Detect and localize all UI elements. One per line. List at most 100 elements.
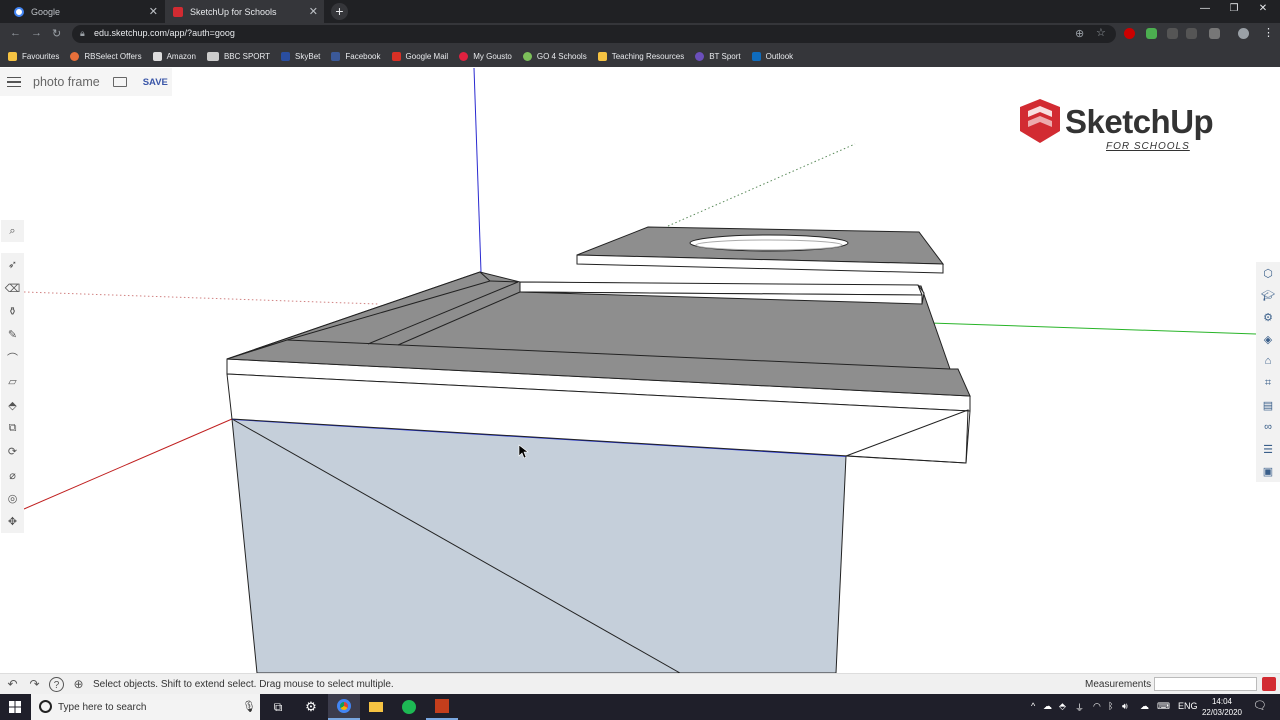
bookmark-amazon[interactable]: Amazon	[152, 51, 196, 61]
paint-bucket-icon[interactable]: ⚱	[1, 300, 24, 323]
back-icon[interactable]: ←	[10, 27, 21, 39]
powerpoint-icon[interactable]	[426, 694, 458, 720]
dropbox-icon[interactable]: ⬘	[1059, 701, 1066, 712]
opera-extension-icon[interactable]	[1124, 28, 1135, 39]
undo-icon[interactable]: ↶	[5, 677, 20, 692]
tape-measure-icon[interactable]: ⌀	[1, 464, 24, 487]
menu-icon[interactable]: ⋮	[1263, 26, 1274, 39]
address-bar[interactable]: 🔒︎ edu.sketchup.com/app/?auth=goog ⊕ ☆	[72, 25, 1116, 43]
bluetooth-icon[interactable]: ᛒ	[1108, 701, 1113, 711]
bookmark-go4schools[interactable]: GO 4 Schools	[522, 51, 587, 61]
bookmark-google-mail[interactable]: Google Mail	[391, 51, 448, 61]
notifications-icon[interactable]: 🗨︎	[1253, 699, 1267, 712]
reload-icon[interactable]: ↻	[52, 27, 61, 40]
bookmark-my-gousto[interactable]: My Gousto	[459, 51, 512, 61]
extension-icon[interactable]	[1146, 28, 1157, 39]
windows-taskbar: Type here to search 🎙︎ ⧉ ⚙ ^ ☁ ⬘ ⏚ ◠ ᛒ 🔊…	[0, 694, 1280, 720]
folder-icon[interactable]	[112, 77, 127, 87]
bookmark-skybet[interactable]: SkyBet	[281, 51, 320, 61]
profile-avatar[interactable]	[1238, 28, 1249, 39]
solid-inspector-icon[interactable]: ▣	[1256, 460, 1280, 482]
extension-icon[interactable]	[1186, 28, 1197, 39]
bookmarks-bar: Favourites RBSelect Offers Amazon BBC SP…	[0, 45, 1280, 67]
line-icon[interactable]: ✎	[1, 323, 24, 346]
bookmark-bbc-sport[interactable]: BBC SPORT	[206, 51, 270, 61]
bookmark-favourites[interactable]: Favourites	[8, 51, 59, 61]
tab-sketchup[interactable]: SketchUp for Schools ✕	[165, 0, 324, 23]
bookmark-bt-sport[interactable]: BT Sport	[695, 51, 741, 61]
usb-icon[interactable]: ⏚	[1075, 701, 1084, 714]
install-icon[interactable]: ⊕	[1075, 27, 1084, 40]
spotify-icon[interactable]	[393, 694, 425, 720]
go4schools-icon	[522, 51, 532, 61]
amazon-icon	[152, 51, 162, 61]
volume-icon[interactable]: 🔊︎	[1122, 701, 1128, 712]
keyboard-icon[interactable]: ⌨	[1157, 701, 1170, 712]
windows-start-icon[interactable]	[9, 701, 21, 713]
microphone-icon[interactable]: 🎙︎	[242, 700, 256, 713]
entity-info-icon[interactable]: ⬡	[1256, 262, 1280, 284]
materials-icon[interactable]: ◈	[1256, 328, 1280, 350]
outliner-icon[interactable]: ☰	[1256, 438, 1280, 460]
eraser-icon[interactable]: ⌫	[1, 276, 24, 299]
task-view-icon[interactable]: ⧉	[262, 694, 294, 720]
taskbar-search[interactable]: Type here to search 🎙︎	[31, 694, 260, 720]
selected-face[interactable]	[231, 418, 847, 673]
close-icon[interactable]: ✕	[149, 5, 158, 18]
url-text[interactable]: edu.sketchup.com/app/?auth=goog	[94, 28, 235, 38]
bookmark-outlook[interactable]: Outlook	[751, 51, 793, 61]
window-close-button[interactable]: ✕	[1248, 3, 1278, 19]
display-icon[interactable]: ∞	[1256, 416, 1280, 438]
search-icon[interactable]: ⌕	[1, 220, 24, 243]
rectangle-icon[interactable]: ▱	[1, 370, 24, 393]
rotate-icon[interactable]: ⟳	[1, 440, 24, 463]
show-hidden-icons[interactable]: ^	[1031, 701, 1035, 711]
chrome-taskbar-icon[interactable]	[328, 694, 360, 720]
hamburger-menu-icon[interactable]	[7, 74, 21, 91]
move-icon[interactable]: ⧉	[1, 417, 24, 440]
cloud-sync-icon[interactable]: ☁	[1140, 701, 1149, 712]
wifi-icon[interactable]: ◠	[1093, 701, 1101, 712]
globe-icon[interactable]: ⊕	[71, 677, 86, 692]
pan-icon[interactable]: ✥	[1, 510, 24, 533]
file-explorer-icon[interactable]	[360, 694, 392, 720]
facebook-icon	[331, 51, 341, 61]
new-tab-button[interactable]: +	[331, 3, 348, 20]
tags-icon[interactable]: ⌗	[1256, 372, 1280, 394]
orbit-icon[interactable]: ◎	[1, 487, 24, 510]
styles-icon[interactable]: ⌂	[1256, 350, 1280, 372]
arc-icon[interactable]: ⌒	[1, 347, 24, 370]
logo-subtext: FOR SCHOOLS	[1106, 141, 1190, 152]
extension-icon[interactable]	[1209, 28, 1220, 39]
close-icon[interactable]: ✕	[309, 5, 318, 18]
forward-icon[interactable]: →	[31, 27, 42, 39]
sketchup-menu-icon[interactable]	[1262, 677, 1276, 691]
right-panel-toolbar: ⬡ 🎓︎ ⚙ ◈ ⌂ ⌗ ▤ ∞ ☰ ▣	[1256, 262, 1280, 482]
bookmark-facebook[interactable]: Facebook	[331, 51, 381, 61]
components-icon[interactable]: ⚙	[1256, 306, 1280, 328]
clock-time: 14:04	[1211, 697, 1233, 706]
instructor-icon[interactable]: 🎓︎	[1256, 284, 1280, 306]
tab-google[interactable]: Google ✕	[6, 0, 164, 23]
save-button[interactable]: SAVE	[143, 77, 168, 88]
select-icon[interactable]: ➶	[1, 253, 24, 276]
onedrive-icon[interactable]: ☁	[1043, 701, 1052, 712]
minimize-button[interactable]: —	[1190, 3, 1220, 19]
bookmark-rbselect[interactable]: RBSelect Offers	[70, 51, 142, 61]
measurements-input[interactable]	[1154, 677, 1257, 691]
logo-wordmark: SketchUp	[1065, 103, 1214, 140]
scenes-icon[interactable]: ▤	[1256, 394, 1280, 416]
redo-icon[interactable]: ↷	[27, 677, 42, 692]
model-name[interactable]: photo frame	[33, 75, 100, 89]
help-icon[interactable]: ?	[49, 677, 64, 692]
push-pull-icon[interactable]: ⬘	[1, 393, 24, 416]
star-icon[interactable]: ☆	[1096, 26, 1106, 39]
search-toolbar: ⌕	[1, 220, 24, 242]
settings-icon[interactable]: ⚙	[295, 694, 327, 720]
bookmark-teaching-resources[interactable]: Teaching Resources	[597, 51, 684, 61]
skybet-icon	[281, 51, 291, 61]
restore-button[interactable]: ❐	[1219, 3, 1249, 19]
clock[interactable]: 14:04 22/03/2020	[1199, 696, 1245, 718]
language-indicator[interactable]: ENG	[1178, 701, 1198, 711]
extension-icon[interactable]	[1167, 28, 1178, 39]
